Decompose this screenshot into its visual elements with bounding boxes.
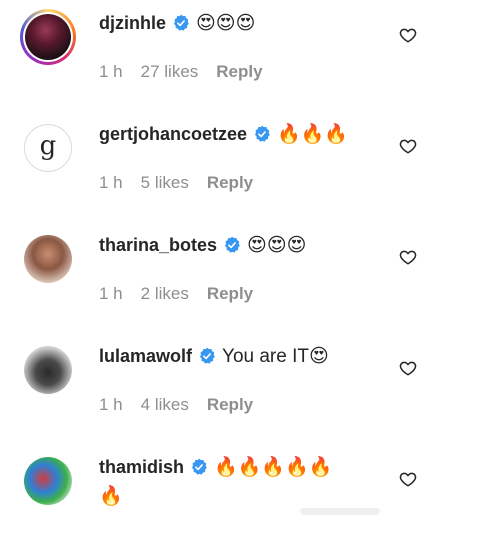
heart-outline-icon[interactable]: [399, 359, 417, 377]
comment-text: You are IT😍: [222, 346, 329, 367]
comment-username[interactable]: gertjohancoetzee: [99, 124, 247, 144]
avatar[interactable]: [24, 235, 72, 283]
heart-outline-icon[interactable]: [399, 248, 417, 266]
verified-badge-icon: [255, 125, 270, 142]
comment-body: thamidish 🔥🔥🔥🔥🔥: [99, 454, 332, 481]
avatar[interactable]: [24, 457, 72, 505]
reply-button[interactable]: Reply: [207, 173, 253, 192]
avatar-photo: [25, 14, 71, 60]
comment-meta: 1 h 2 likes Reply: [99, 283, 271, 305]
comment-likes[interactable]: 5 likes: [141, 173, 189, 192]
comment-item: g gertjohancoetzee 🔥🔥🔥 1 h 5 likes Reply: [0, 111, 480, 222]
comment-time: 1 h: [99, 62, 123, 81]
comment-body: lulamawolf You are IT😍: [99, 343, 329, 370]
comment-text: 🔥🔥🔥🔥🔥: [214, 457, 333, 478]
avatar[interactable]: [20, 9, 76, 65]
comment-meta: 1 h 4 likes Reply: [99, 394, 271, 416]
verified-badge-icon: [199, 347, 215, 364]
heart-outline-icon[interactable]: [399, 470, 417, 488]
avatar[interactable]: [24, 346, 72, 394]
comment-body: tharina_botes 😍😍😍: [99, 232, 306, 259]
verified-badge-icon: [173, 14, 189, 31]
comment-username[interactable]: lulamawolf: [99, 346, 192, 366]
comment-likes[interactable]: 2 likes: [141, 284, 189, 303]
reply-button[interactable]: Reply: [216, 62, 262, 81]
heart-outline-icon[interactable]: [399, 137, 417, 155]
comment-meta: 1 h 5 likes Reply: [99, 172, 271, 194]
comment-likes[interactable]: 4 likes: [141, 395, 189, 414]
comment-username[interactable]: thamidish: [99, 457, 184, 477]
comment-text: 😍😍😍: [196, 13, 256, 34]
comment-item: djzinhle 😍😍😍 1 h 27 likes Reply: [0, 0, 480, 111]
comment-time: 1 h: [99, 173, 123, 192]
verified-badge-icon: [191, 458, 207, 475]
avatar-letter: g: [39, 131, 57, 161]
comment-time: 1 h: [99, 284, 123, 303]
reply-button[interactable]: Reply: [207, 284, 253, 303]
comment-text: 🔥🔥🔥: [277, 124, 349, 145]
comment-body: djzinhle 😍😍😍: [99, 10, 255, 37]
comment-item: thamidish 🔥🔥🔥🔥🔥 🔥: [0, 444, 480, 555]
reply-button[interactable]: Reply: [207, 395, 253, 414]
comment-time: 1 h: [99, 395, 123, 414]
comment-username[interactable]: tharina_botes: [99, 235, 217, 255]
comment-item: lulamawolf You are IT😍 1 h 4 likes Reply: [0, 333, 480, 444]
comment-item: tharina_botes 😍😍😍 1 h 2 likes Reply: [0, 222, 480, 333]
verified-badge-icon: [225, 236, 240, 253]
comment-username[interactable]: djzinhle: [99, 13, 166, 33]
avatar[interactable]: g: [24, 124, 72, 172]
comment-body: gertjohancoetzee 🔥🔥🔥: [99, 121, 348, 148]
comment-meta: 1 h 27 likes Reply: [99, 61, 281, 83]
comment-text-continued: 🔥: [99, 486, 123, 507]
heart-outline-icon[interactable]: [399, 26, 417, 44]
comment-text: 😍😍😍: [247, 235, 307, 256]
scroll-indicator: [300, 508, 380, 515]
comment-likes[interactable]: 27 likes: [141, 62, 199, 81]
